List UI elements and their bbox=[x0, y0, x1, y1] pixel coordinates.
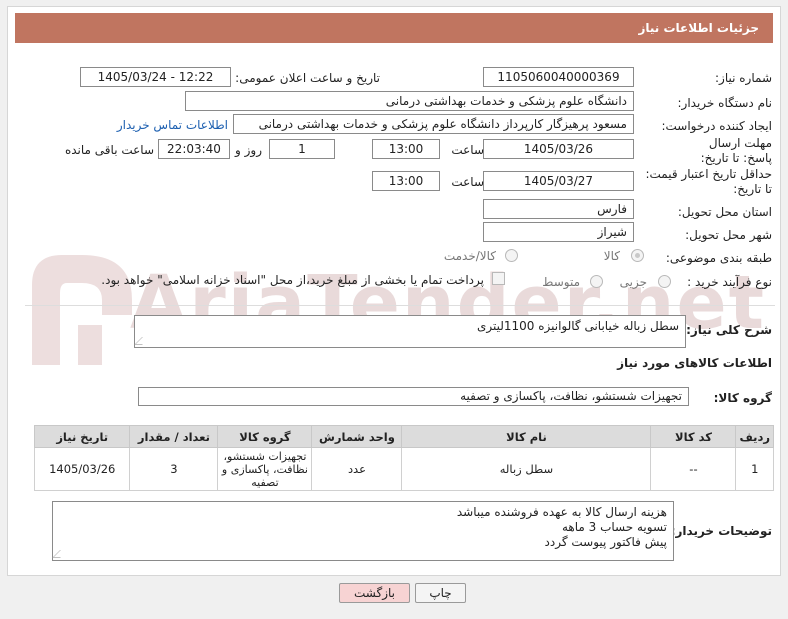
buyer-note-line: پیش فاکتور پیوست گردد bbox=[544, 535, 667, 549]
category-label: طبقه بندی موضوعی: bbox=[665, 251, 772, 265]
price-validity-label: حداقل تاریخ اعتبار قیمت: تا تاریخ: bbox=[645, 167, 772, 196]
process-medium-label: متوسط bbox=[542, 275, 580, 289]
process-minor-label: جزیی bbox=[619, 275, 647, 289]
buyer-org-field: دانشگاه علوم پزشکی و خدمات بهداشتی درمان… bbox=[185, 91, 634, 111]
resize-grip-icon[interactable] bbox=[134, 337, 150, 345]
deadline-hour-label: ساعت bbox=[451, 143, 484, 157]
buyer-note-line: هزینه ارسال کالا به عهده فروشنده میباشد bbox=[456, 505, 667, 519]
divider bbox=[25, 305, 775, 306]
city-field: شیراز bbox=[483, 222, 634, 242]
col-row-number: ردیف bbox=[735, 425, 774, 448]
description-textarea[interactable]: سطل زباله خیابانی گالوانیزه 1100لیتری bbox=[134, 315, 686, 348]
price-validity-date-field: 1405/03/27 bbox=[483, 171, 634, 191]
buyer-notes-label: توضیحات خریدار: bbox=[670, 524, 772, 538]
announce-date-field: 1405/03/24 - 12:22 bbox=[80, 67, 231, 87]
deadline-date-field: 1405/03/26 bbox=[483, 139, 634, 159]
deadline-label: مهلت ارسال پاسخ: تا تاریخ: bbox=[700, 136, 772, 165]
col-quantity: تعداد / مقدار bbox=[129, 425, 219, 448]
treasury-payment-checkbox[interactable] bbox=[492, 272, 505, 285]
days-field: 1 bbox=[269, 139, 335, 159]
resize-grip-icon[interactable] bbox=[52, 550, 68, 558]
col-need-date: تاریخ نیاز bbox=[33, 425, 131, 448]
goods-table: ردیف کد کالا نام کالا واحد شمارش گروه کا… bbox=[33, 425, 774, 491]
cell-goods-group: تجهیزات شستشو، نظافت، پاکسازی و تصفیه bbox=[217, 447, 313, 491]
price-validity-hour-label: ساعت bbox=[451, 175, 484, 189]
cell-goods-name: سطل زباله bbox=[401, 447, 652, 491]
province-label: استان محل تحویل: bbox=[677, 205, 772, 219]
goods-group-field: تجهیزات شستشو، نظافت، پاکسازی و تصفیه bbox=[138, 387, 689, 406]
buyer-org-label: نام دستگاه خریدار: bbox=[677, 96, 773, 110]
announce-date-label: تاریخ و ساعت اعلان عمومی: bbox=[235, 71, 380, 85]
cell-quantity: 3 bbox=[129, 447, 219, 491]
deadline-hour-field: 13:00 bbox=[372, 139, 440, 159]
buyer-contact-link[interactable]: اطلاعات تماس خریدار bbox=[117, 118, 228, 132]
buyer-note-line: تسویه حساب 3 ماهه bbox=[561, 520, 667, 534]
goods-group-label: گروه کالا: bbox=[713, 391, 772, 405]
category-goods-radio[interactable] bbox=[631, 249, 644, 262]
print-button[interactable]: چاپ bbox=[415, 583, 466, 603]
category-goods-service-label: کالا/خدمت bbox=[443, 249, 496, 263]
cell-unit: عدد bbox=[311, 447, 403, 491]
day-and-label: روز و bbox=[235, 143, 262, 157]
process-medium-radio[interactable] bbox=[590, 275, 603, 288]
goods-section-title: اطلاعات کالاهای مورد نیاز bbox=[617, 356, 772, 370]
table-header-row: ردیف کد کالا نام کالا واحد شمارش گروه کا… bbox=[33, 425, 774, 448]
description-text: سطل زباله خیابانی گالوانیزه 1100لیتری bbox=[476, 319, 679, 333]
category-goods-label: کالا bbox=[603, 249, 620, 263]
price-validity-hour-field: 13:00 bbox=[372, 171, 440, 191]
cell-need-date: 1405/03/26 bbox=[33, 447, 131, 491]
cell-row-number: 1 bbox=[735, 447, 774, 491]
description-label: شرح کلی نیاز: bbox=[686, 323, 772, 337]
requester-field: مسعود پرهیزگار کارپرداز دانشگاه علوم پزش… bbox=[233, 114, 634, 134]
remaining-time-field: 22:03:40 bbox=[158, 139, 230, 159]
treasury-payment-note: پرداخت تمام یا بخشی از مبلغ خرید،از محل … bbox=[101, 273, 484, 287]
process-label: نوع فرآیند خرید : bbox=[687, 275, 772, 289]
back-button[interactable]: بازگشت bbox=[339, 583, 410, 603]
province-field: فارس bbox=[483, 199, 634, 219]
need-number-label: شماره نیاز: bbox=[715, 71, 772, 85]
need-number-field: 1105060040000369 bbox=[483, 67, 634, 87]
col-unit: واحد شمارش bbox=[311, 425, 403, 448]
requester-label: ایجاد کننده درخواست: bbox=[661, 119, 772, 133]
col-goods-code: کد کالا bbox=[650, 425, 737, 448]
col-goods-name: نام کالا bbox=[401, 425, 652, 448]
category-goods-service-radio[interactable] bbox=[505, 249, 518, 262]
buyer-notes-textarea[interactable]: هزینه ارسال کالا به عهده فروشنده میباشد … bbox=[52, 501, 674, 561]
col-goods-group: گروه کالا bbox=[217, 425, 313, 448]
city-label: شهر محل تحویل: bbox=[685, 228, 772, 242]
remaining-label: ساعت باقی مانده bbox=[64, 143, 154, 157]
table-row: 1 -- سطل زباله عدد تجهیزات شستشو، نظافت،… bbox=[33, 447, 774, 491]
page-title: جزئیات اطلاعات نیاز bbox=[15, 13, 773, 43]
process-minor-radio[interactable] bbox=[658, 275, 671, 288]
cell-goods-code: -- bbox=[650, 447, 737, 491]
